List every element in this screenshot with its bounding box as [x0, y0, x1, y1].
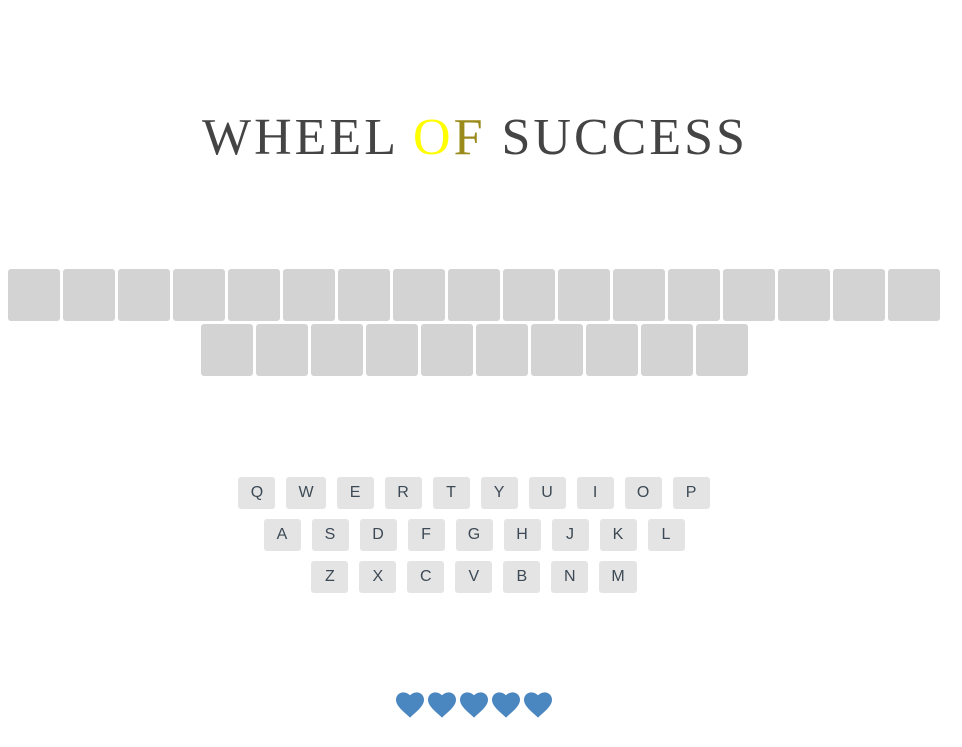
letter-tile [420, 324, 473, 376]
key-r[interactable]: R [384, 477, 422, 509]
key-d[interactable]: D [359, 519, 397, 551]
letter-tile [668, 269, 720, 321]
letter-tile [778, 269, 830, 321]
board-row [0, 269, 948, 321]
key-u[interactable]: U [528, 477, 566, 509]
title-word-wheel: WHEEL [202, 109, 398, 166]
key-c[interactable]: C [407, 561, 445, 593]
letter-tile [695, 324, 748, 376]
key-a[interactable]: A [263, 519, 301, 551]
letter-tile [8, 269, 60, 321]
key-j[interactable]: J [551, 519, 589, 551]
letter-tile [530, 324, 583, 376]
letter-tile [640, 324, 693, 376]
key-z[interactable]: Z [311, 561, 349, 593]
key-m[interactable]: M [599, 561, 637, 593]
title-letter-f: F [453, 109, 486, 166]
key-v[interactable]: V [455, 561, 493, 593]
letter-tile [393, 269, 445, 321]
letter-tile [475, 324, 528, 376]
letter-tile [833, 269, 885, 321]
key-t[interactable]: T [432, 477, 470, 509]
letter-tile [558, 269, 610, 321]
lives-indicator [0, 689, 948, 721]
game-title: WHEEL OF SUCCESS [0, 108, 950, 167]
letter-tile [283, 269, 335, 321]
letter-tile [255, 324, 308, 376]
key-k[interactable]: K [599, 519, 637, 551]
key-b[interactable]: B [503, 561, 541, 593]
letter-tile [723, 269, 775, 321]
key-f[interactable]: F [407, 519, 445, 551]
key-p[interactable]: P [672, 477, 710, 509]
key-w[interactable]: W [286, 477, 326, 509]
key-g[interactable]: G [455, 519, 493, 551]
letter-keyboard: QWERTYUIOP ASDFGHJKL ZXCVBNM [0, 477, 948, 603]
letter-tile [613, 269, 665, 321]
letter-tile [200, 324, 253, 376]
heart-icon [428, 692, 456, 718]
heart-icon [524, 692, 552, 718]
letter-tile [173, 269, 225, 321]
board-row [0, 324, 948, 376]
key-o[interactable]: O [624, 477, 662, 509]
heart-icon [396, 692, 424, 718]
title-letter-o: O [413, 109, 454, 166]
keyboard-row: QWERTYUIOP [0, 477, 948, 509]
letter-tile [228, 269, 280, 321]
letter-tile [448, 269, 500, 321]
letter-tile [503, 269, 555, 321]
letter-tile [338, 269, 390, 321]
title-word-success: SUCCESS [501, 109, 748, 166]
key-i[interactable]: I [576, 477, 614, 509]
puzzle-board [0, 269, 948, 379]
letter-tile [63, 269, 115, 321]
letter-tile [585, 324, 638, 376]
key-x[interactable]: X [359, 561, 397, 593]
title-word-of: OF [413, 109, 485, 166]
key-y[interactable]: Y [480, 477, 518, 509]
key-l[interactable]: L [647, 519, 685, 551]
heart-icon [460, 692, 488, 718]
letter-tile [118, 269, 170, 321]
letter-tile [888, 269, 940, 321]
key-e[interactable]: E [336, 477, 374, 509]
heart-icon [492, 692, 520, 718]
keyboard-row: ASDFGHJKL [0, 519, 948, 551]
keyboard-row: ZXCVBNM [0, 561, 948, 593]
letter-tile [310, 324, 363, 376]
letter-tile [365, 324, 418, 376]
key-s[interactable]: S [311, 519, 349, 551]
key-n[interactable]: N [551, 561, 589, 593]
key-q[interactable]: Q [238, 477, 276, 509]
key-h[interactable]: H [503, 519, 541, 551]
